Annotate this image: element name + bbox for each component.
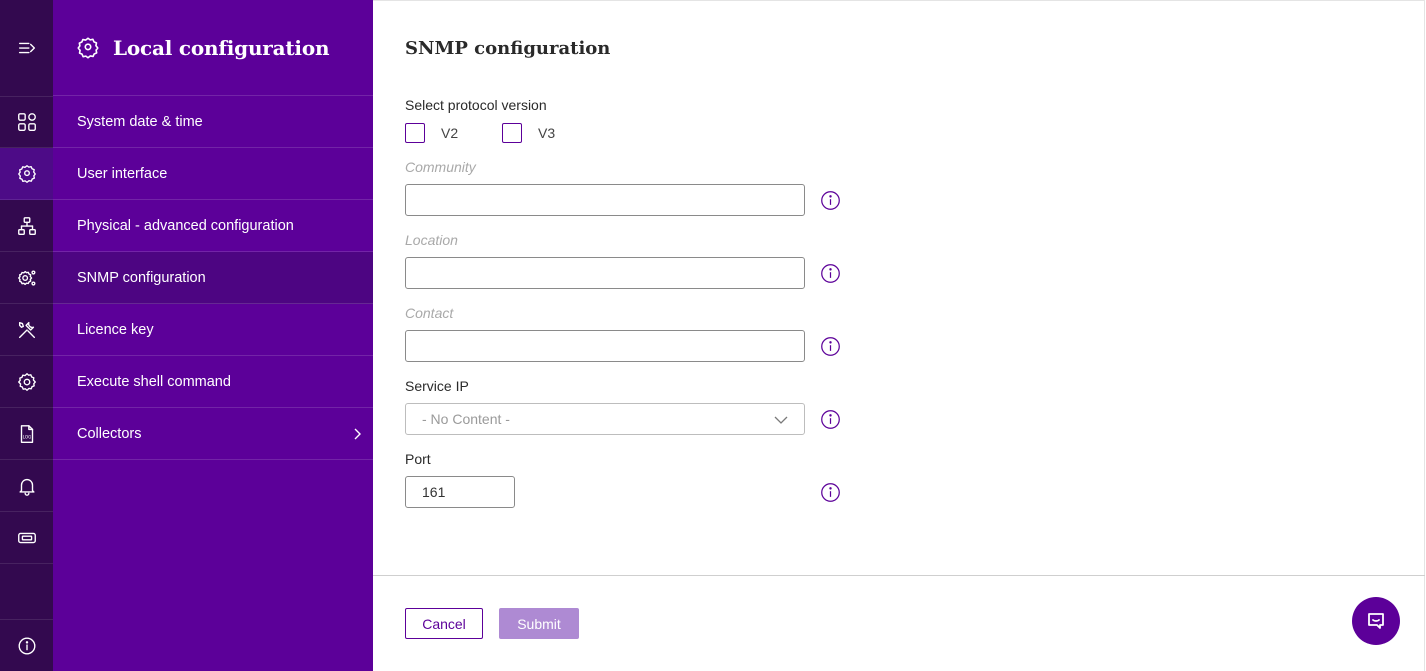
- location-input[interactable]: [405, 257, 805, 289]
- chevron-down-icon: [774, 416, 788, 424]
- location-label: Location: [405, 232, 458, 248]
- menu-item-snmp-configuration[interactable]: SNMP configuration: [53, 252, 373, 304]
- menu-item-label: System date & time: [77, 113, 203, 130]
- location-gear-icon[interactable]: [0, 148, 53, 200]
- local-configuration-panel: Local configuration System date & time U…: [53, 0, 373, 671]
- v2-label: V2: [441, 125, 459, 141]
- menu-item-label: SNMP configuration: [77, 269, 206, 286]
- ticket-icon[interactable]: [0, 512, 53, 564]
- dashboard-grid-icon[interactable]: [0, 96, 53, 148]
- protocol-version-label: Select protocol version: [405, 97, 547, 113]
- snmp-form-area: SNMP configuration Select protocol versi…: [373, 0, 1425, 671]
- community-label: Community: [405, 159, 476, 175]
- contact-info-icon[interactable]: [820, 336, 841, 357]
- service-ip-value: - No Content -: [422, 411, 510, 427]
- community-info-icon[interactable]: [820, 190, 841, 211]
- location-info-icon[interactable]: [820, 263, 841, 284]
- service-ip-select[interactable]: - No Content -: [405, 403, 805, 435]
- community-input[interactable]: [405, 184, 805, 216]
- service-ip-label: Service IP: [405, 378, 469, 394]
- location-gear-icon: [77, 36, 99, 59]
- info-icon[interactable]: [0, 619, 53, 671]
- icon-rail: LOG: [0, 0, 53, 671]
- menu-item-label: Execute shell command: [77, 373, 231, 390]
- contact-label: Contact: [405, 305, 454, 321]
- menu-item-physical-advanced[interactable]: Physical - advanced configuration: [53, 200, 373, 252]
- app-root: LOG Local configuration System date & ti…: [0, 0, 1426, 671]
- menu-item-label: User interface: [77, 165, 168, 182]
- chat-icon: [1368, 613, 1384, 629]
- service-ip-info-icon[interactable]: [820, 409, 841, 430]
- menu-item-execute-shell[interactable]: Execute shell command: [53, 356, 373, 408]
- gear-icon[interactable]: [0, 356, 53, 408]
- menu-item-system-date-time[interactable]: System date & time: [53, 96, 373, 148]
- panel-title: Local configuration: [113, 35, 330, 60]
- submit-button[interactable]: Submit: [499, 608, 579, 639]
- menu-item-label: Physical - advanced configuration: [77, 217, 294, 234]
- settings-cogs-icon[interactable]: [0, 252, 53, 304]
- menu-item-collectors[interactable]: Collectors: [53, 408, 373, 460]
- panel-header: Local configuration: [53, 0, 373, 96]
- network-topology-icon[interactable]: [0, 200, 53, 252]
- cancel-button[interactable]: Cancel: [405, 608, 483, 639]
- menu-item-label: Licence key: [77, 321, 154, 338]
- v3-checkbox[interactable]: [502, 123, 522, 143]
- port-info-icon[interactable]: [820, 482, 841, 503]
- chat-support-button[interactable]: [1352, 597, 1400, 645]
- page-title: SNMP configuration: [405, 38, 611, 59]
- tools-icon[interactable]: [0, 304, 53, 356]
- bell-icon[interactable]: [0, 460, 53, 512]
- contact-input[interactable]: [405, 330, 805, 362]
- v2-checkbox[interactable]: [405, 123, 425, 143]
- menu-item-user-interface[interactable]: User interface: [53, 148, 373, 200]
- v3-label: V3: [538, 125, 556, 141]
- svg-text:LOG: LOG: [22, 434, 31, 439]
- footer-divider: [373, 575, 1425, 576]
- menu-item-label: Collectors: [77, 425, 142, 442]
- menu-item-licence-key[interactable]: Licence key: [53, 304, 373, 356]
- port-input[interactable]: [405, 476, 515, 508]
- port-label: Port: [405, 451, 431, 467]
- log-file-icon[interactable]: LOG: [0, 408, 53, 460]
- collapse-menu-icon[interactable]: [0, 22, 53, 74]
- chevron-right-icon: [354, 428, 361, 440]
